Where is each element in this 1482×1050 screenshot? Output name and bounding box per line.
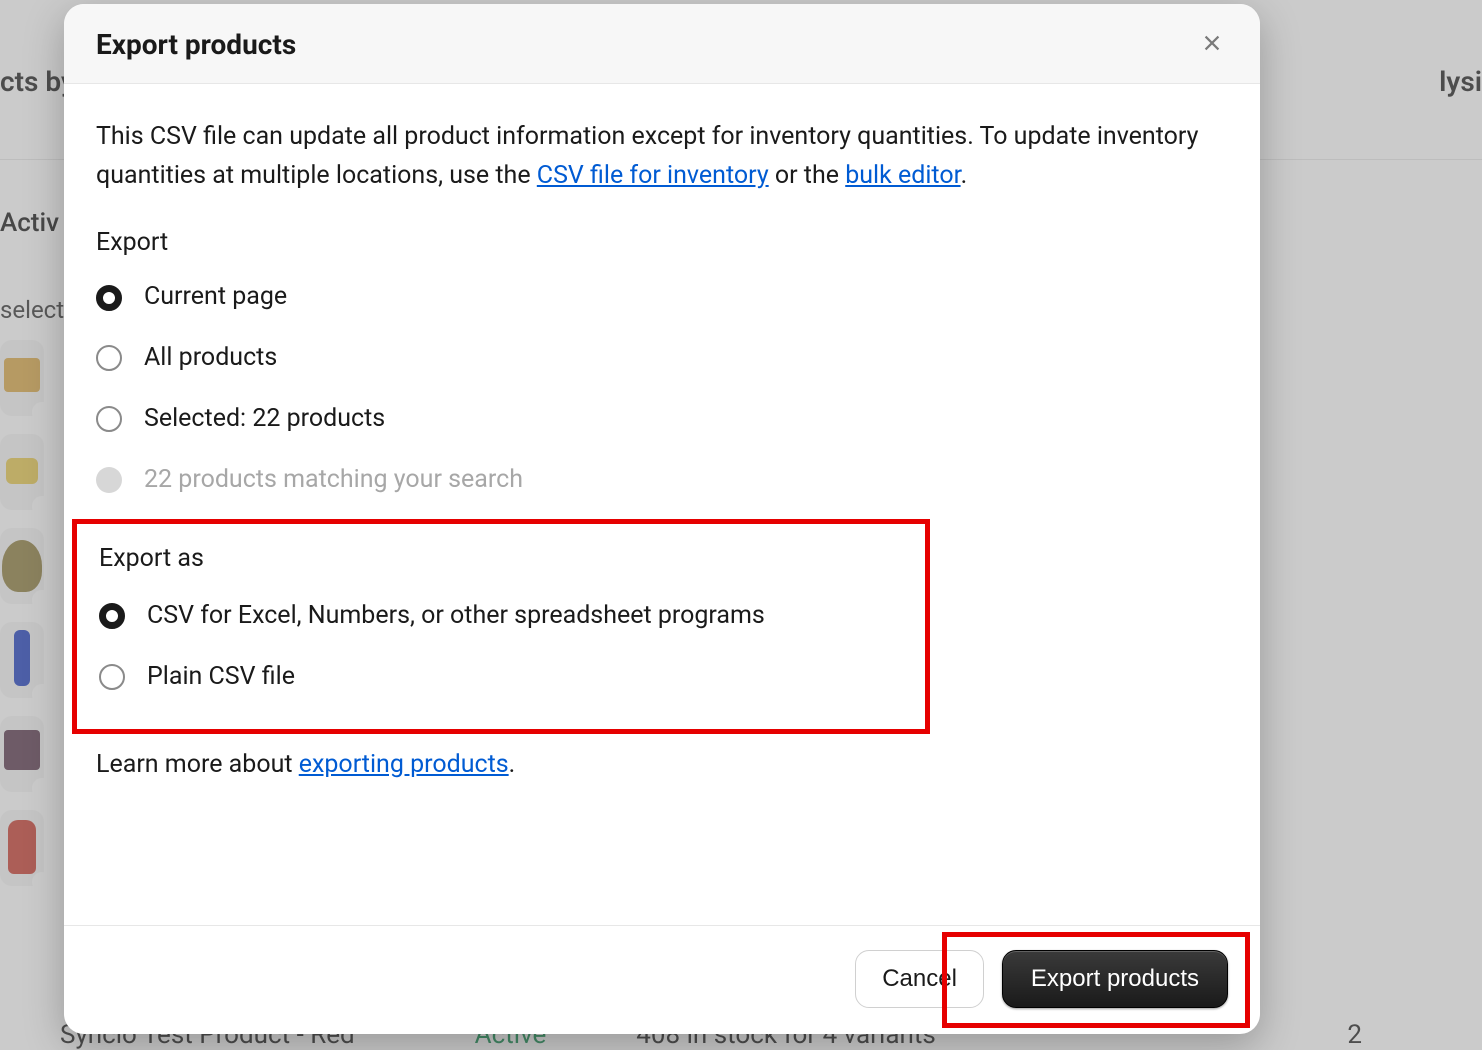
radio-icon xyxy=(96,406,122,432)
modal-header: Export products xyxy=(64,4,1260,84)
radio-icon xyxy=(96,345,122,371)
radio-label: Current page xyxy=(144,278,287,317)
radio-all-products[interactable]: All products xyxy=(96,339,1228,378)
radio-icon xyxy=(99,664,125,690)
export-products-modal: Export products This CSV file can update… xyxy=(64,4,1260,1034)
radio-label: Plain CSV file xyxy=(147,658,295,697)
desc-text: . xyxy=(961,161,968,190)
radio-matching-search: 22 products matching your search xyxy=(96,461,1228,500)
export-as-section-label: Export as xyxy=(99,540,903,579)
csv-inventory-link[interactable]: CSV file for inventory xyxy=(537,161,769,190)
radio-label: 22 products matching your search xyxy=(144,461,523,500)
radio-label: CSV for Excel, Numbers, or other spreads… xyxy=(147,597,765,636)
radio-csv-excel[interactable]: CSV for Excel, Numbers, or other spreads… xyxy=(99,597,903,636)
radio-icon xyxy=(96,467,122,493)
learn-prefix: Learn more about xyxy=(96,750,299,779)
export-section-label: Export xyxy=(96,224,1228,263)
export-products-button[interactable]: Export products xyxy=(1002,950,1228,1008)
radio-plain-csv[interactable]: Plain CSV file xyxy=(99,658,903,697)
bulk-editor-link[interactable]: bulk editor xyxy=(845,161,960,190)
export-format-radio-group: CSV for Excel, Numbers, or other spreads… xyxy=(99,597,903,697)
cancel-button[interactable]: Cancel xyxy=(855,950,984,1008)
radio-current-page[interactable]: Current page xyxy=(96,278,1228,317)
close-icon xyxy=(1201,32,1223,57)
export-scope-radio-group: Current page All products Selected: 22 p… xyxy=(96,278,1228,499)
export-as-highlight-annotation: Export as CSV for Excel, Numbers, or oth… xyxy=(72,519,930,733)
desc-text: or the xyxy=(769,161,846,190)
modal-title: Export products xyxy=(96,28,296,61)
learn-suffix: . xyxy=(509,750,516,779)
modal-body: This CSV file can update all product inf… xyxy=(64,84,1260,925)
radio-selected-products[interactable]: Selected: 22 products xyxy=(96,400,1228,439)
radio-label: Selected: 22 products xyxy=(144,400,385,439)
modal-footer: Cancel Export products xyxy=(64,925,1260,1034)
radio-icon xyxy=(96,285,122,311)
radio-icon xyxy=(99,603,125,629)
modal-description: This CSV file can update all product inf… xyxy=(96,118,1228,196)
learn-more: Learn more about exporting products. xyxy=(96,746,1228,785)
radio-label: All products xyxy=(144,339,277,378)
exporting-products-link[interactable]: exporting products xyxy=(299,750,509,779)
close-button[interactable] xyxy=(1196,29,1228,61)
